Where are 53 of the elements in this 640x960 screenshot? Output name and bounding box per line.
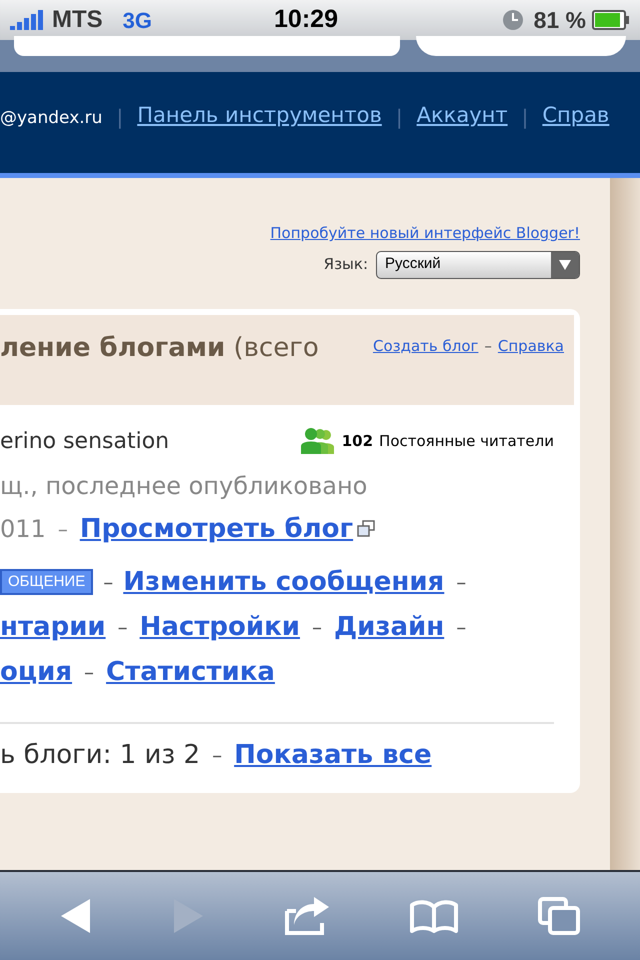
signal-icon [10,10,46,30]
blog-action-link[interactable]: Изменить сообщения [123,562,444,602]
battery-percent: 81 % [534,6,586,35]
link-separator: – [456,569,466,596]
view-blog-link[interactable]: Просмотреть блог [80,510,354,548]
link-separator: – [312,614,322,641]
address-field[interactable] [14,36,400,56]
link-separator: – [58,516,68,543]
blogs-count: ь блоги: 1 из 2 [0,738,200,772]
account-email: @yandex.ru [0,107,102,130]
nav-link[interactable]: Справ [542,100,610,132]
nav-link[interactable]: Панель инструментов [137,100,382,132]
link-separator: – [484,336,492,356]
blog-action-link[interactable]: нтарии [0,608,106,646]
new-window-icon [357,520,376,538]
blog-action-link[interactable]: Настройки [140,608,300,646]
carrier-name: MTS [52,5,103,35]
promo-link[interactable]: Попробуйте новый интерфейс Blogger! [270,222,580,244]
link-separator: – [84,659,94,686]
share-icon[interactable] [284,897,330,935]
language-select[interactable]: Русский [376,250,580,278]
blog-name: erino sensation [0,428,170,456]
network-type: 3G [122,6,152,34]
nav-separator: | [396,104,403,131]
clock-icon [502,9,524,31]
blog-info: щ., последнее опубликовано [0,470,368,502]
blog-action-link[interactable]: Статистика [106,652,275,692]
link-separator: – [456,614,466,641]
tabs-icon[interactable] [538,897,580,935]
blog-action-link[interactable]: Дизайн [334,608,444,646]
link-separator: – [103,569,114,596]
battery-icon [592,10,630,30]
publish-date: 011 [0,514,46,545]
nav-separator: | [522,104,528,131]
book-icon[interactable] [410,899,458,933]
followers-icon [300,428,336,454]
dropdown-caret-icon [551,252,579,278]
new-post-button[interactable]: ОБЩЕНИЕ [0,569,94,595]
followers-count: 102 [342,430,374,452]
create-blog-link[interactable]: Создать блог [372,334,478,357]
search-field[interactable] [416,36,626,56]
nav-separator: | [116,104,124,131]
nav-link[interactable]: Аккаунт [416,100,508,132]
clock-time: 10:29 [274,4,338,36]
help-link[interactable]: Справка [498,334,564,357]
card-title: ление блогами (всего [0,332,319,364]
back-icon[interactable] [60,898,92,934]
blog-action-link[interactable]: оция [0,652,72,692]
followers-label: Постоянные читатели [379,430,554,452]
link-separator: – [212,742,222,769]
language-label: Язык: [324,254,368,276]
link-separator: – [118,614,128,641]
show-all-link[interactable]: Показать все [234,736,432,774]
